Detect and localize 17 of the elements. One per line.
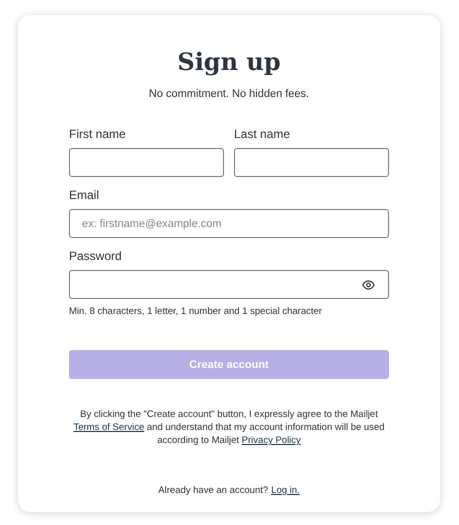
terms-link[interactable]: Terms of Service [73, 422, 144, 433]
login-prompt: Already have an account? [158, 485, 268, 496]
field-label: Email [69, 188, 100, 202]
privacy-link[interactable]: Privacy Policy [242, 435, 301, 446]
password-field[interactable] [69, 270, 389, 299]
field-label: Last name [234, 127, 292, 141]
page-title: Sign up [176, 46, 282, 78]
login-link[interactable]: Log in. [271, 485, 300, 496]
terms-text: By clicking the "Create account" button, I expressly agree to the Mailjet Terms of Service and understand that my account information will be used according to Mailjet Privacy Policy [72, 408, 386, 447]
input-field[interactable] [69, 148, 224, 177]
field-label: First name [69, 127, 127, 141]
subtitle: No commitment. No hidden fees. [148, 88, 310, 100]
input-field[interactable]: ex: firstname@example.com [69, 209, 389, 238]
show-password-icon[interactable] [362, 280, 375, 290]
field-label: Password [69, 249, 123, 263]
input-field[interactable] [234, 148, 389, 177]
password-hint: Min. 8 characters, 1 letter, 1 number and 1 special character [69, 306, 323, 317]
